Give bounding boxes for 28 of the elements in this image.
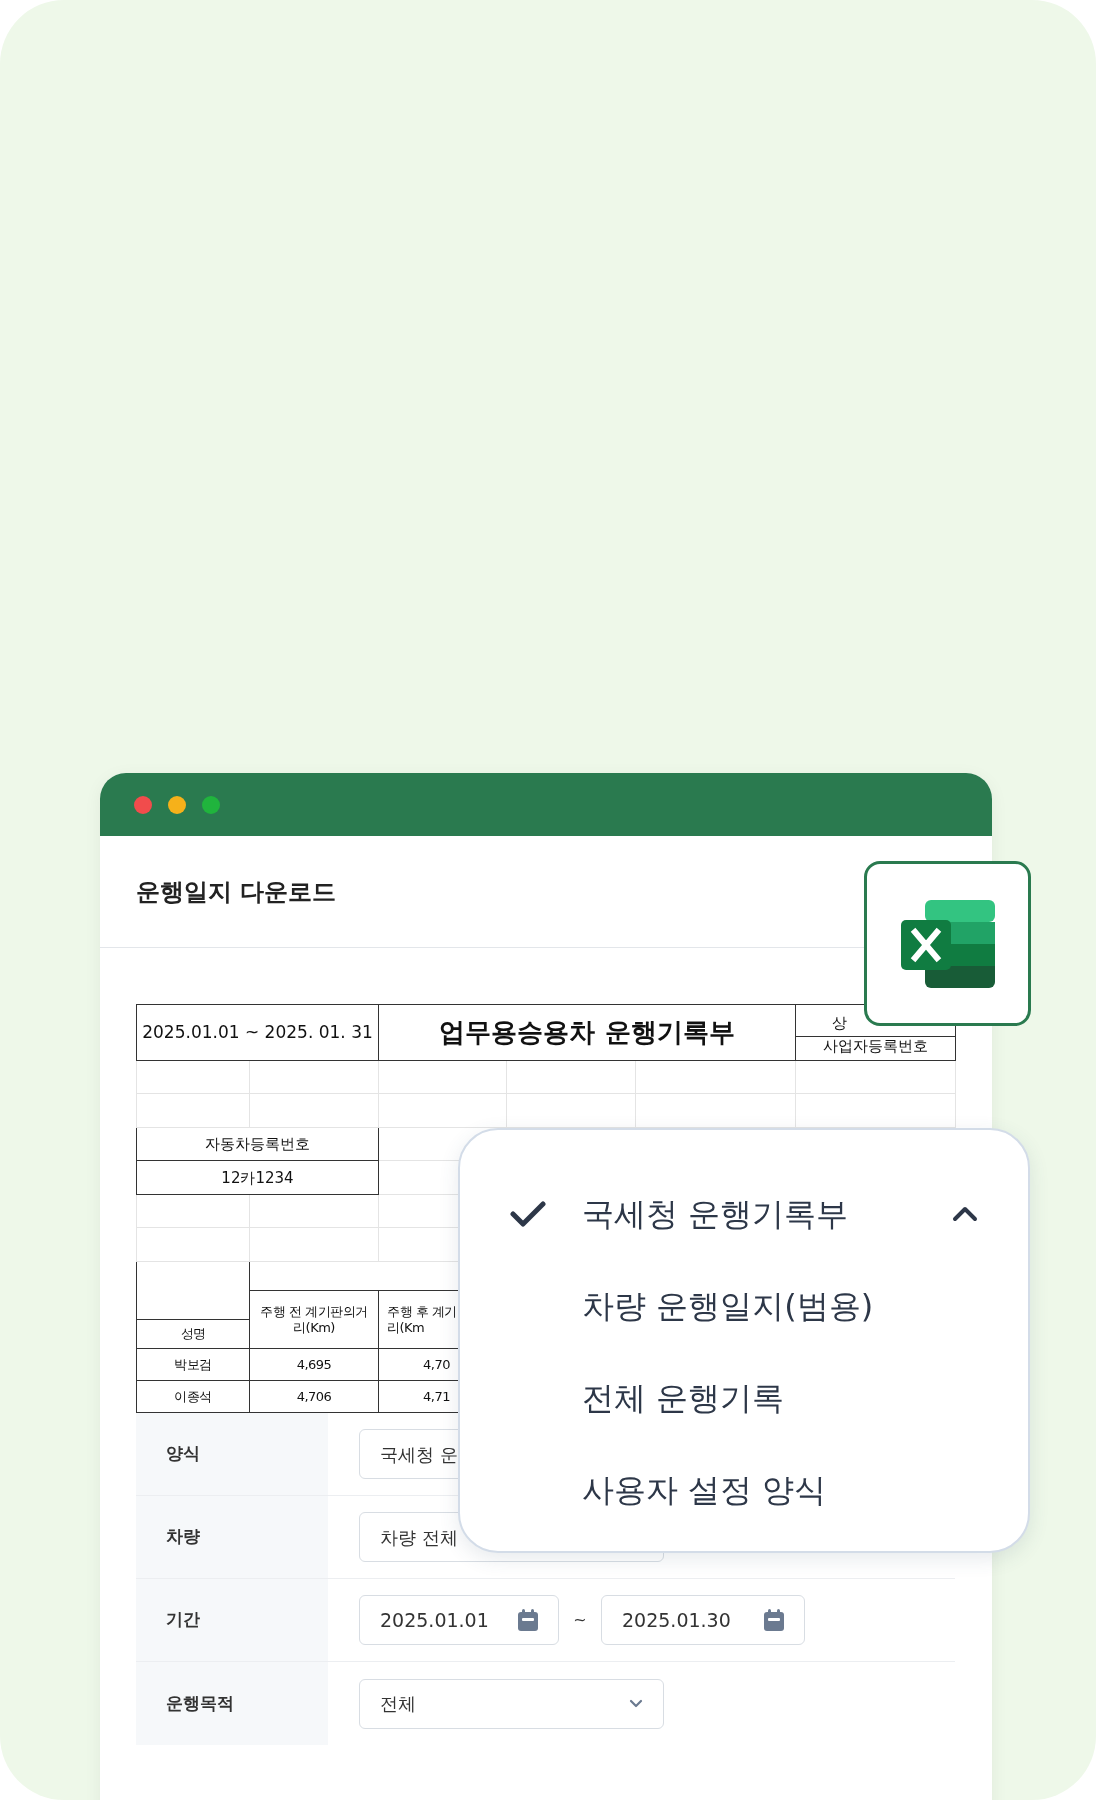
date-field[interactable]: 2025.01.01 xyxy=(359,1595,559,1645)
field-label: 운행목적 xyxy=(166,1691,234,1715)
dropdown-option[interactable]: 사용자 설정 양식 xyxy=(460,1444,1028,1536)
select-field[interactable]: 전체 xyxy=(359,1678,664,1729)
dropdown-option[interactable]: 국세청 운행기록부 xyxy=(460,1168,1028,1260)
table-cell: 업무용승용차 운행기록부 xyxy=(378,1004,796,1061)
chevron-down-icon xyxy=(629,1699,643,1708)
table-cell: 주행 전 계기판의거 리(Km) xyxy=(249,1290,379,1349)
date-field[interactable]: 2025.01.30 xyxy=(601,1595,805,1645)
chevron-up-icon[interactable] xyxy=(952,1206,978,1222)
table-cell: 자동차등록번호 xyxy=(136,1127,379,1161)
table-cell: 4,706 xyxy=(249,1380,379,1413)
minimize-dot[interactable] xyxy=(168,795,186,814)
table-cell: 12카1234 xyxy=(136,1160,379,1195)
calendar-icon xyxy=(764,1609,784,1631)
close-dot[interactable] xyxy=(134,795,152,814)
table-cell: 박보검 xyxy=(136,1348,250,1381)
field-label: 차량 xyxy=(166,1525,200,1549)
range-separator: ~ xyxy=(572,1609,588,1631)
table-cell-text: 사업자등록번호 xyxy=(822,1037,929,1055)
table-cell: 2025.01.01 ~ 2025. 01. 31 xyxy=(136,1004,379,1061)
table-cell: 성명 xyxy=(136,1319,250,1349)
field-label: 양식 xyxy=(166,1442,200,1466)
table-cell: 이종석 xyxy=(136,1380,250,1413)
maximize-dot[interactable] xyxy=(202,795,220,814)
table-cell: 4,695 xyxy=(249,1348,379,1381)
field-label: 기간 xyxy=(166,1608,200,1632)
calendar-icon xyxy=(518,1609,538,1631)
